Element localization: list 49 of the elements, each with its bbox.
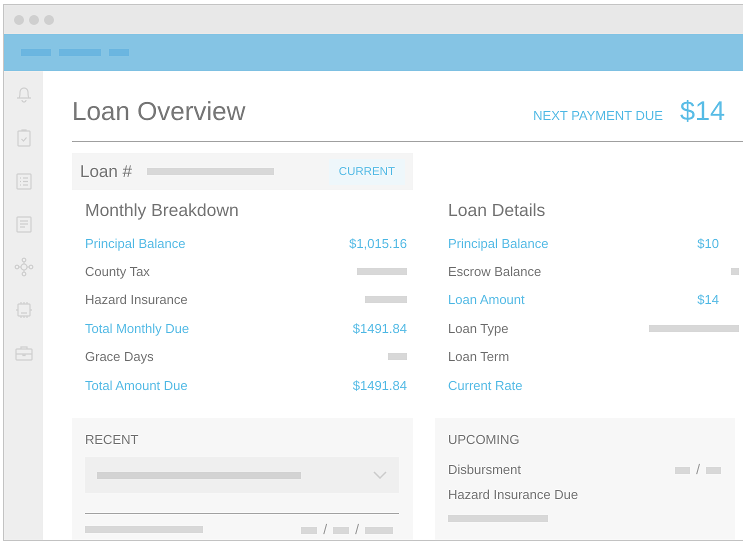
field-label: Grace Days	[85, 349, 154, 364]
placeholder-bar	[59, 49, 101, 56]
amount-value: $1,015.16	[349, 236, 407, 251]
field-label: Total Monthly Due	[85, 320, 190, 336]
date-separator: /	[355, 521, 359, 538]
placeholder-bar	[706, 467, 721, 474]
field-label: Disbursment	[448, 462, 521, 478]
amount-value: $1491.84	[352, 320, 407, 336]
select-field[interactable]	[85, 457, 399, 494]
section-heading: Monthly Breakdown	[85, 200, 240, 221]
field-label: Hazard Insurance	[85, 292, 188, 308]
amount-value: $10	[697, 236, 719, 251]
field-label: Principal Balance	[85, 236, 186, 251]
payment-amount: $14	[680, 96, 725, 127]
page-title: Loan Overview	[72, 96, 246, 127]
placeholder-bar	[357, 268, 407, 276]
placeholder-bar	[388, 353, 407, 360]
payment-label: NEXT PAYMENT DUE	[533, 108, 663, 123]
list-icon[interactable]	[14, 171, 34, 191]
network-icon[interactable]	[14, 257, 34, 277]
field-label: Loan Amount	[448, 292, 525, 308]
placeholder-bar	[365, 527, 393, 534]
placeholder-bar	[675, 467, 690, 474]
field-label: Total Amount Due	[85, 378, 188, 393]
field-label: Current Rate	[448, 378, 522, 393]
placeholder-bar	[21, 49, 51, 56]
amount-value: $1491.84	[352, 378, 407, 393]
placeholder-bar	[333, 527, 350, 534]
field-label: Principal Balance	[448, 236, 548, 251]
panel-heading: UPCOMING	[448, 432, 520, 448]
chip-icon[interactable]	[14, 300, 34, 320]
field-label: Loan Type	[448, 320, 508, 336]
panel-heading: RECENT	[85, 432, 140, 448]
placeholder-bar	[301, 527, 318, 534]
placeholder-bar	[731, 268, 739, 276]
status-badge: CURRENT	[328, 158, 405, 184]
date-separator: /	[323, 521, 328, 538]
field-label: Loan Term	[448, 349, 510, 364]
amount-value: $14	[697, 292, 719, 308]
document-icon[interactable]	[14, 214, 34, 234]
chevron-down-icon	[373, 471, 387, 480]
placeholder-bar	[365, 296, 407, 304]
field-label: Hazard Insurance Due	[448, 487, 578, 502]
section-heading: Loan Details	[448, 200, 546, 221]
date-separator: /	[696, 461, 700, 478]
field-label: County Tax	[85, 264, 150, 280]
placeholder-bar	[109, 49, 129, 56]
field-label: Escrow Balance	[448, 264, 542, 280]
loan-label: Loan #	[80, 162, 132, 182]
